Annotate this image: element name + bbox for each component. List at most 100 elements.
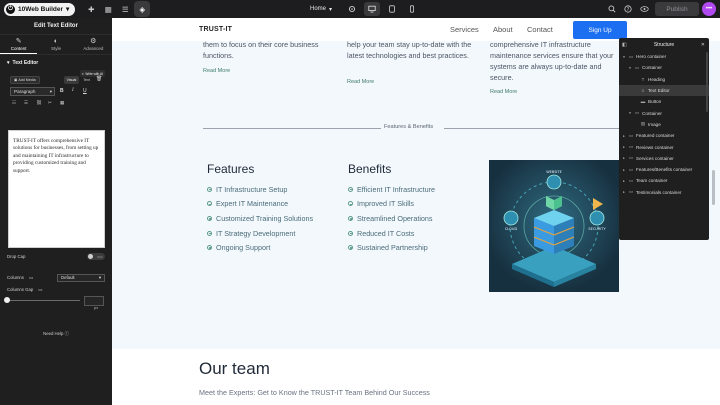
read-more-link-1[interactable]: Read More — [203, 68, 230, 74]
add-media-button[interactable]: ▣ Add Media — [10, 76, 40, 84]
gap-slider-track[interactable] — [7, 300, 80, 301]
add-element-icon[interactable]: ✚ — [83, 1, 99, 17]
drop-cap-label: Drop Cap — [7, 254, 26, 259]
chevron-down-icon: ▾ — [66, 6, 70, 13]
tab-style[interactable]: ◐ Style — [37, 35, 74, 54]
unlink-icon[interactable]: ✂ — [48, 100, 52, 106]
half-circle-icon: ◐ — [53, 38, 59, 45]
structure-item-text-editor[interactable]: ≡ Text Editor — [619, 84, 709, 97]
canvas-scrollbar[interactable] — [712, 170, 715, 205]
nav-services[interactable]: Services — [450, 25, 479, 34]
list-item: Efficient IT Infrastructure — [348, 182, 435, 197]
publish-button[interactable]: Publish — [655, 2, 699, 16]
settings-sliders-icon[interactable]: ☰ — [117, 1, 133, 17]
benefits-heading: Benefits — [348, 162, 392, 176]
read-more-link-2[interactable]: Read More — [347, 79, 374, 85]
widgets-icon[interactable]: ▦ — [100, 1, 116, 17]
structure-item-container[interactable]: ▾ ▭ Container — [619, 62, 709, 73]
mobile-view-icon[interactable] — [404, 2, 420, 16]
brand-menu-button[interactable]: ⏻ 10Web Builder ▾ — [4, 2, 76, 16]
desktop-device-icon[interactable]: ▭ — [29, 275, 33, 281]
structure-item-heading[interactable]: T Heading — [619, 74, 709, 85]
structure-item-testimonials-container[interactable]: ▸ ▭ Testimonials container — [619, 187, 709, 198]
team-heading: Our team — [199, 359, 270, 378]
check-circle-icon — [207, 245, 212, 251]
structure-item-services-container[interactable]: ▸ ▭ Services container — [619, 153, 709, 164]
caret-down-icon: ▾ — [7, 59, 10, 66]
table-icon[interactable]: ▦ — [60, 100, 64, 106]
structure-item-features-benefits-container[interactable]: ▸ ▭ Features/Benefits container — [619, 164, 709, 175]
drop-cap-toggle[interactable]: OFF — [87, 253, 105, 260]
signup-button[interactable]: Sign Up — [573, 21, 627, 39]
structure-item-image[interactable]: ▨ Image — [619, 119, 709, 130]
page-settings-icon[interactable] — [344, 2, 360, 16]
structure-scrollbar[interactable] — [706, 52, 708, 112]
underline-icon[interactable]: U — [83, 88, 87, 94]
button-icon: ▬ — [640, 99, 646, 105]
site-logo[interactable]: TRUST-IT — [199, 26, 232, 33]
desktop-view-icon[interactable] — [364, 2, 380, 16]
check-circle-icon — [207, 201, 212, 207]
nav-about[interactable]: About — [493, 25, 513, 34]
more-options-button[interactable]: ••• — [702, 2, 716, 16]
feature-label: Customized Training Solutions — [216, 213, 314, 223]
list-item: IT Infrastructure Setup — [207, 182, 313, 197]
text-editor-area[interactable]: TRUST-IT offers comprehensive IT solutio… — [8, 130, 105, 248]
link-icon[interactable]: ⛓ — [36, 100, 42, 106]
benefit-label: Reduced IT Costs — [357, 228, 415, 238]
columns-select[interactable]: Default ▾ — [57, 273, 105, 282]
structure-item-label: Team container — [636, 178, 668, 184]
list-item: Expert IT Maintenance — [207, 197, 313, 212]
gap-slider-handle[interactable] — [4, 297, 10, 303]
visual-mode-tab[interactable]: Visual — [64, 76, 79, 84]
list-item: Improved IT Skills — [348, 197, 435, 212]
structure-item-featured-container[interactable]: ▸ ▭ Featured container — [619, 130, 709, 141]
structure-item-label: Reviews container — [636, 144, 674, 150]
section-toggle-text-editor[interactable]: ▾ Text Editor — [0, 55, 112, 70]
structure-item-button[interactable]: ▬ Button — [619, 96, 709, 107]
structure-panel: ◧ Structure ✕ ▾ ▭ Hero container ▾ ▭ Containe… — [619, 38, 709, 240]
structure-title: Structure — [653, 41, 675, 48]
gap-value-input[interactable] — [84, 296, 104, 306]
structure-item-label: Container — [642, 65, 662, 71]
nav-contact[interactable]: Contact — [527, 25, 553, 34]
tab-advanced[interactable]: ⚙ Advanced — [75, 35, 112, 54]
paragraph-format-select[interactable]: Paragraph ▾ — [10, 87, 55, 96]
container-icon: ▭ — [634, 110, 640, 116]
bullet-list-icon[interactable]: ☷ — [12, 100, 16, 106]
divider-line-left — [203, 128, 381, 129]
features-list: IT Infrastructure Setup Expert IT Mainte… — [207, 182, 313, 255]
structure-item-reviews-container[interactable]: ▸ ▭ Reviews container — [619, 141, 709, 152]
desktop-device-icon[interactable]: ▭ — [38, 287, 42, 293]
heading-icon: T — [641, 76, 645, 82]
structure-item-team-container[interactable]: ▸ ▭ Team container — [619, 175, 709, 186]
chevron-down-icon: ▾ — [98, 274, 101, 280]
container-icon: ▭ — [628, 144, 634, 150]
panel-layout-icon[interactable]: ◧ — [622, 42, 627, 48]
italic-icon[interactable]: I — [72, 88, 74, 93]
help-icon[interactable]: ? — [620, 1, 636, 17]
features-heading: Features — [207, 162, 255, 176]
close-icon[interactable]: ✕ — [701, 42, 705, 48]
text-mode-tab[interactable]: Text — [80, 76, 93, 84]
layers-icon[interactable]: ◈ — [134, 1, 151, 17]
feature-label: Expert IT Maintenance — [216, 199, 289, 209]
numbered-list-icon[interactable]: ☰ — [24, 100, 28, 106]
bold-icon[interactable]: B — [60, 88, 64, 94]
preview-eye-icon[interactable] — [636, 1, 652, 17]
search-icon[interactable] — [604, 1, 620, 17]
columns-select-value: Default — [61, 275, 75, 280]
container-icon: ▭ — [628, 177, 634, 183]
tablet-view-icon[interactable] — [384, 2, 400, 16]
page-select[interactable]: Home ▾ — [310, 6, 340, 13]
check-circle-icon — [207, 186, 212, 192]
need-help-link[interactable]: Need Help ⓘ — [0, 331, 112, 337]
gear-icon: ⚙ — [90, 38, 97, 45]
structure-item-hero-container[interactable]: ▾ ▭ Hero container — [619, 51, 709, 62]
list-item: IT Strategy Development — [207, 226, 313, 241]
structure-item-container[interactable]: ▾ ▭ Container — [619, 107, 709, 118]
tab-content[interactable]: ✎ Content — [0, 35, 38, 54]
it-infrastructure-illustration[interactable]: WEBSITE CLOUD SECURITY — [489, 160, 619, 292]
read-more-link-3[interactable]: Read More — [490, 89, 517, 95]
trash-icon[interactable]: 🗑 — [96, 76, 102, 82]
